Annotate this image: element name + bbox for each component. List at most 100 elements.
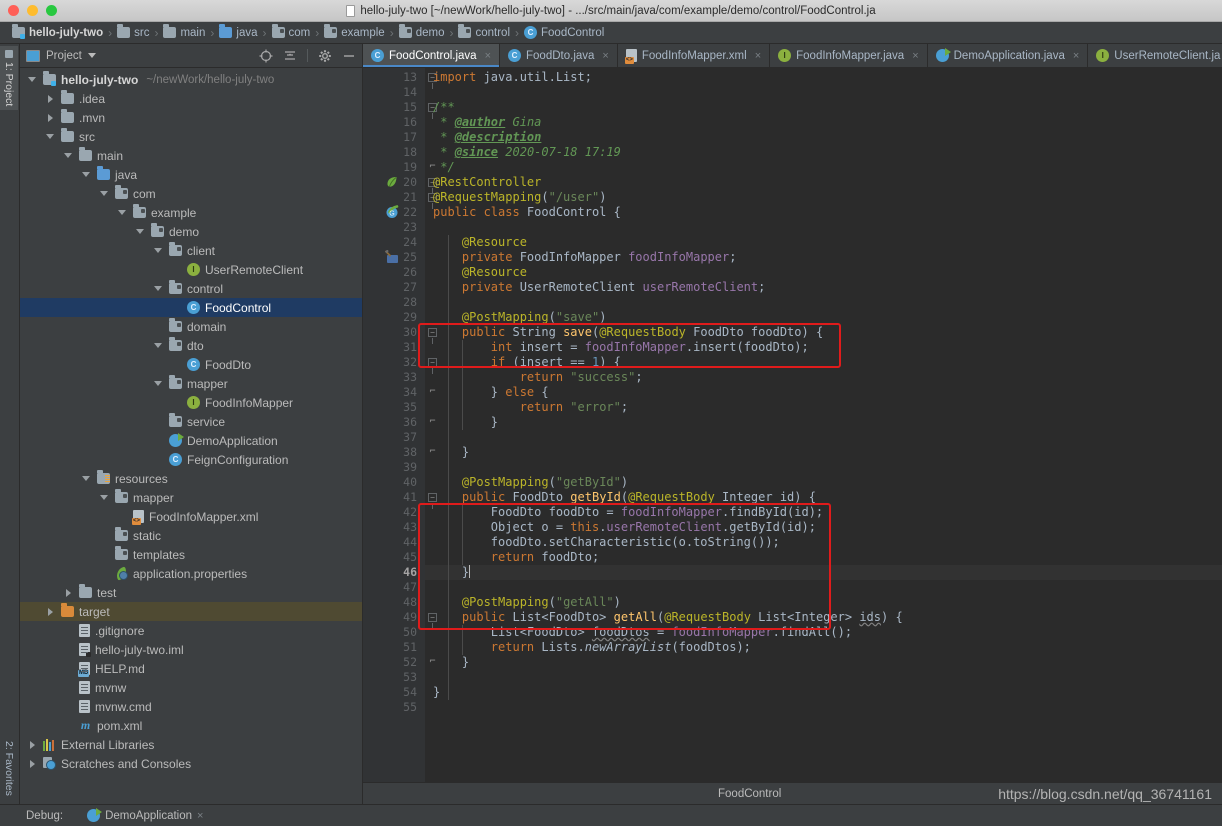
chevron-open-icon[interactable] xyxy=(100,493,110,503)
close-tab-icon[interactable]: × xyxy=(755,50,761,62)
tree-item-hello-july-two[interactable]: hello-july-two~/newWork/hello-july-two xyxy=(20,70,362,89)
code-line[interactable]: * @description xyxy=(425,130,1222,145)
code-line[interactable]: Object o = this.userRemoteClient.getById… xyxy=(425,520,1222,535)
code-line[interactable] xyxy=(425,700,1222,715)
autowired-icon[interactable] xyxy=(385,250,399,264)
tree-item-test[interactable]: test xyxy=(20,583,362,602)
tree-item-feignconfiguration[interactable]: CFeignConfiguration xyxy=(20,450,362,469)
tree-item--mvn[interactable]: .mvn xyxy=(20,108,362,127)
code-line[interactable]: * @since 2020-07-18 17:19 xyxy=(425,145,1222,160)
close-tab-icon[interactable]: × xyxy=(1073,50,1079,62)
tree-item-mvnw[interactable]: mvnw xyxy=(20,678,362,697)
chevron-open-icon[interactable] xyxy=(154,284,164,294)
tree-item-pom-xml[interactable]: mpom.xml xyxy=(20,716,362,735)
tree-item-external-libraries[interactable]: External Libraries xyxy=(20,735,362,754)
tree-item-fooddto[interactable]: CFoodDto xyxy=(20,355,362,374)
breadcrumb-item-java[interactable]: java xyxy=(215,27,261,39)
tool-window-project[interactable]: 1: Project xyxy=(0,46,18,110)
tool-window-favorites[interactable]: 2: Favorites xyxy=(0,737,18,800)
code-line[interactable]: } xyxy=(425,655,1222,670)
editor-tab-demoapplication-java[interactable]: DemoApplication.java× xyxy=(928,44,1089,67)
code-line[interactable]: private UserRemoteClient userRemoteClien… xyxy=(425,280,1222,295)
chevron-closed-icon[interactable] xyxy=(46,94,56,104)
chevron-open-icon[interactable] xyxy=(46,132,56,142)
code-line[interactable]: @RestController xyxy=(425,175,1222,190)
code-line[interactable]: @PostMapping("getAll") xyxy=(425,595,1222,610)
minimize-icon[interactable] xyxy=(342,49,356,63)
code-line[interactable]: } xyxy=(425,685,1222,700)
code-line[interactable] xyxy=(425,460,1222,475)
editor-gutter[interactable]: 13−1415−16171819⌐20−21−22G23242526272829… xyxy=(363,68,425,782)
code-line[interactable]: List<FoodDto> foodDtos = foodInfoMapper.… xyxy=(425,625,1222,640)
code-line[interactable]: return Lists.newArrayList(foodDtos); xyxy=(425,640,1222,655)
code-line[interactable]: public FoodDto getById(@RequestBody Inte… xyxy=(425,490,1222,505)
breadcrumb-item-hello-july-two[interactable]: hello-july-two xyxy=(8,27,107,39)
close-window-button[interactable] xyxy=(8,5,19,16)
breadcrumb-item-com[interactable]: com xyxy=(268,27,315,39)
chevron-open-icon[interactable] xyxy=(154,341,164,351)
locate-icon[interactable] xyxy=(259,49,273,63)
gear-icon[interactable] xyxy=(318,49,332,63)
tree-item-mapper[interactable]: mapper xyxy=(20,374,362,393)
chevron-open-icon[interactable] xyxy=(154,379,164,389)
tree-item-service[interactable]: service xyxy=(20,412,362,431)
editor-tabbar[interactable]: CFoodControl.java×CFoodDto.java×FoodInfo… xyxy=(363,44,1222,68)
tree-item-com[interactable]: com xyxy=(20,184,362,203)
tree-item-foodinfomapper-xml[interactable]: FoodInfoMapper.xml xyxy=(20,507,362,526)
code-line[interactable] xyxy=(425,580,1222,595)
tree-item-domain[interactable]: domain xyxy=(20,317,362,336)
close-tab-icon[interactable]: × xyxy=(912,50,918,62)
code-line[interactable]: public List<FoodDto> getAll(@RequestBody… xyxy=(425,610,1222,625)
breadcrumb-item-foodcontrol[interactable]: CFoodControl xyxy=(520,26,608,39)
close-icon[interactable]: × xyxy=(197,810,203,822)
tree-item-foodinfomapper[interactable]: IFoodInfoMapper xyxy=(20,393,362,412)
tree-item-dto[interactable]: dto xyxy=(20,336,362,355)
tree-item-scratches-and-consoles[interactable]: Scratches and Consoles xyxy=(20,754,362,773)
editor-tab-fooddto-java[interactable]: CFoodDto.java× xyxy=(500,44,618,67)
tree-item-demo[interactable]: demo xyxy=(20,222,362,241)
chevron-closed-icon[interactable] xyxy=(28,759,38,769)
tree-item-control[interactable]: control xyxy=(20,279,362,298)
code-line[interactable]: if (insert == 1) { xyxy=(425,355,1222,370)
breadcrumb-item-control[interactable]: control xyxy=(454,27,514,39)
chevron-closed-icon[interactable] xyxy=(46,607,56,617)
breadcrumb-item-demo[interactable]: demo xyxy=(395,27,449,39)
code-line[interactable]: @Resource xyxy=(425,235,1222,250)
tree-item-resources[interactable]: resources xyxy=(20,469,362,488)
tree-item-main[interactable]: main xyxy=(20,146,362,165)
breadcrumb-item-src[interactable]: src xyxy=(113,27,153,39)
tree-item-hello-july-two-iml[interactable]: hello-july-two.iml xyxy=(20,640,362,659)
spring-bean-icon[interactable]: G xyxy=(385,205,399,219)
chevron-open-icon[interactable] xyxy=(82,170,92,180)
code-line[interactable]: } xyxy=(425,445,1222,460)
code-line[interactable]: int insert = foodInfoMapper.insert(foodD… xyxy=(425,340,1222,355)
tree-item-foodcontrol[interactable]: CFoodControl xyxy=(20,298,362,317)
code-line[interactable]: return "error"; xyxy=(425,400,1222,415)
breadcrumb-footer-label[interactable]: FoodControl xyxy=(708,788,781,800)
zoom-window-button[interactable] xyxy=(46,5,57,16)
code-line[interactable]: @PostMapping("getById") xyxy=(425,475,1222,490)
chevron-closed-icon[interactable] xyxy=(46,113,56,123)
code-line[interactable]: FoodDto foodDto = foodInfoMapper.findByI… xyxy=(425,505,1222,520)
spring-leaf-icon[interactable] xyxy=(385,175,399,189)
tree-item-userremoteclient[interactable]: IUserRemoteClient xyxy=(20,260,362,279)
tree-item-demoapplication[interactable]: DemoApplication xyxy=(20,431,362,450)
editor-tab-foodinfomapper-java[interactable]: IFoodInfoMapper.java× xyxy=(770,44,927,67)
code-line[interactable] xyxy=(425,85,1222,100)
editor-tab-foodinfomapper-xml[interactable]: FoodInfoMapper.xml× xyxy=(618,44,770,67)
chevron-open-icon[interactable] xyxy=(64,151,74,161)
code-line[interactable]: @PostMapping("save") xyxy=(425,310,1222,325)
minimize-window-button[interactable] xyxy=(27,5,38,16)
tree-item--idea[interactable]: .idea xyxy=(20,89,362,108)
code-line[interactable]: return "success"; xyxy=(425,370,1222,385)
tree-item-help-md[interactable]: HELP.md xyxy=(20,659,362,678)
code-line[interactable]: foodDto.setCharacteristic(o.toString()); xyxy=(425,535,1222,550)
breadcrumb-item-example[interactable]: example xyxy=(320,27,388,39)
tree-item-application-properties[interactable]: application.properties xyxy=(20,564,362,583)
tree-item-mvnw-cmd[interactable]: mvnw.cmd xyxy=(20,697,362,716)
code-view[interactable]: 13−1415−16171819⌐20−21−22G23242526272829… xyxy=(363,68,1222,782)
chevron-closed-icon[interactable] xyxy=(28,740,38,750)
code-line[interactable] xyxy=(425,670,1222,685)
chevron-open-icon[interactable] xyxy=(118,208,128,218)
tree-item-templates[interactable]: templates xyxy=(20,545,362,564)
